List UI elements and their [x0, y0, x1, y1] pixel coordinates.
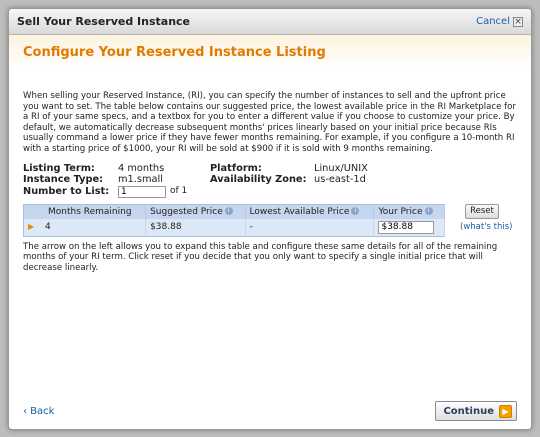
col-lowest-price: Lowest Available Price i	[245, 204, 375, 220]
your-price-input[interactable]	[378, 220, 435, 234]
number-to-list-input[interactable]	[118, 185, 166, 198]
platform-label: Platform:	[210, 162, 262, 174]
info-icon[interactable]: i	[351, 207, 360, 216]
dialog-title: Sell Your Reserved Instance	[17, 15, 191, 28]
continue-button[interactable]: Continue ▶	[435, 401, 517, 421]
whats-this-link[interactable]: (what's this)	[460, 222, 513, 232]
ri-details: Listing Term: 4 months Platform: Linux/U…	[23, 163, 517, 198]
table-row: ▶ 4 $38.88 -	[23, 219, 445, 237]
info-icon[interactable]: i	[424, 207, 433, 216]
sell-ri-dialog: Sell Your Reserved Instance Cancel × Con…	[8, 8, 532, 430]
arrow-right-icon: ▶	[499, 404, 512, 418]
reset-button[interactable]: Reset	[465, 203, 499, 219]
number-to-list-label: Number to List:	[23, 185, 110, 197]
expand-arrow-icon[interactable]: ▶	[28, 222, 34, 231]
months-cell: ▶ 4	[23, 219, 147, 237]
lowest-price-cell: -	[245, 219, 375, 237]
suggested-price-cell: $38.88	[145, 219, 246, 237]
col-suggested-price: Suggested Price i	[145, 204, 246, 220]
close-icon[interactable]: ×	[513, 16, 523, 27]
cancel-label: Cancel	[476, 16, 510, 27]
back-link[interactable]: ‹ Back	[23, 406, 54, 417]
months-value: 4	[45, 222, 51, 233]
your-price-cell	[373, 219, 445, 237]
instance-type-value: m1.small	[118, 174, 163, 186]
pricing-table-header: Months Remaining Suggested Price i Lowest…	[23, 204, 445, 220]
pricing-table: Months Remaining Suggested Price i Lowest…	[23, 203, 445, 237]
info-icon[interactable]: i	[224, 207, 233, 216]
availability-zone-label: Availability Zone:	[210, 174, 307, 186]
col-months-remaining: Months Remaining	[23, 204, 147, 220]
cancel-button[interactable]: Cancel ×	[476, 16, 523, 27]
col-your-price: Your Price i	[373, 204, 445, 220]
table-note: The arrow on the left allows you to expa…	[23, 241, 498, 273]
number-to-list-total: of 1	[170, 185, 188, 196]
listing-term-value: 4 months	[118, 162, 165, 174]
platform-value: Linux/UNIX	[314, 162, 368, 174]
availability-zone-value: us-east-1d	[314, 174, 366, 186]
dialog-content: When selling your Reserved Instance, (RI…	[9, 69, 531, 273]
dialog-header-band: Configure Your Reserved Instance Listing	[9, 35, 531, 69]
pricing-table-area: Months Remaining Suggested Price i Lowest…	[23, 203, 525, 238]
intro-text: When selling your Reserved Instance, (RI…	[23, 91, 516, 154]
continue-label: Continue	[443, 405, 494, 417]
dialog-titlebar: Sell Your Reserved Instance Cancel ×	[9, 9, 531, 35]
listing-term-label: Listing Term:	[23, 162, 95, 174]
instance-type-label: Instance Type:	[23, 174, 104, 186]
dialog-footer: ‹ Back Continue ▶	[9, 393, 531, 429]
number-to-list-row: of 1	[118, 185, 210, 198]
page-title: Configure Your Reserved Instance Listing	[23, 44, 326, 60]
